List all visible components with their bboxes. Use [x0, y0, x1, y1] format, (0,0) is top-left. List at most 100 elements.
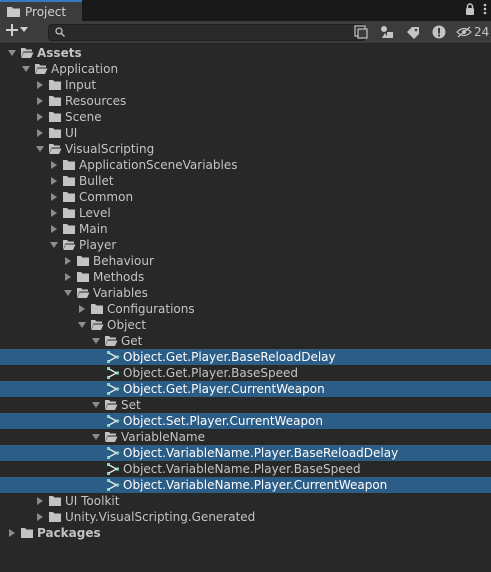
folder-row[interactable]: Bullet — [0, 173, 491, 189]
folder-open-icon — [20, 46, 34, 60]
tree-item-label: Resources — [65, 94, 127, 108]
expand-arrow-down-icon[interactable] — [76, 317, 88, 333]
tree-item-label: Object.Get.Player.BaseReloadDelay — [123, 350, 336, 364]
filter-by-type-button[interactable] — [378, 23, 396, 41]
folder-row[interactable]: ApplicationSceneVariables — [0, 157, 491, 173]
folder-row[interactable]: Unity.VisualScripting.Generated — [0, 509, 491, 525]
asset-row[interactable]: Object.VariableName.Player.BaseReloadDel… — [0, 445, 491, 461]
expand-arrow-down-icon[interactable] — [20, 61, 32, 77]
more-options-icon[interactable] — [483, 3, 487, 15]
project-tree: Assets Application Input Resources Scene UI Vi… — [0, 45, 491, 541]
lock-icon[interactable] — [465, 3, 475, 15]
folder-row[interactable]: VisualScripting — [0, 141, 491, 157]
expand-arrow-right-icon[interactable] — [34, 93, 46, 109]
hidden-packages-toggle[interactable]: 24 — [456, 25, 489, 39]
folder-open-icon — [104, 334, 118, 348]
search-input[interactable] — [48, 24, 366, 41]
tab-title: Project — [25, 4, 67, 19]
folder-row[interactable]: Common — [0, 189, 491, 205]
filter-by-label-button[interactable] — [404, 23, 422, 41]
tree-item-label: Behaviour — [93, 254, 154, 268]
folder-row[interactable]: UI Toolkit — [0, 493, 491, 509]
expand-arrow-right-icon[interactable] — [34, 509, 46, 525]
folder-row[interactable]: Behaviour — [0, 253, 491, 269]
asset-row[interactable]: Object.Set.Player.CurrentWeapon — [0, 413, 491, 429]
expand-arrow-down-icon[interactable] — [6, 45, 18, 61]
folder-icon — [48, 126, 62, 140]
expand-arrow-right-icon[interactable] — [62, 253, 74, 269]
log-filter-button[interactable] — [430, 23, 448, 41]
tree-item-label: Object.Set.Player.CurrentWeapon — [123, 414, 324, 428]
expand-arrow-right-icon[interactable] — [48, 173, 60, 189]
folder-open-icon — [76, 286, 90, 300]
tree-item-label: Input — [65, 78, 97, 92]
folder-icon — [48, 78, 62, 92]
plus-icon — [6, 24, 18, 36]
folder-icon — [20, 526, 34, 540]
folder-open-icon — [48, 142, 62, 156]
folder-row[interactable]: Level — [0, 205, 491, 221]
search-by-type-button[interactable] — [352, 23, 370, 41]
folder-row[interactable]: Input — [0, 77, 491, 93]
folder-row[interactable]: Packages — [0, 525, 491, 541]
caret-down-icon — [20, 27, 28, 32]
expand-arrow-down-icon[interactable] — [62, 285, 74, 301]
asset-row[interactable]: Object.VariableName.Player.BaseSpeed — [0, 461, 491, 477]
folder-icon — [48, 94, 62, 108]
folder-row[interactable]: Main — [0, 221, 491, 237]
folder-row[interactable]: Object — [0, 317, 491, 333]
asset-row[interactable]: Object.Get.Player.BaseSpeed — [0, 365, 491, 381]
folder-row[interactable]: Player — [0, 237, 491, 253]
tree-item-label: Methods — [93, 270, 145, 284]
tree-item-label: Packages — [37, 526, 101, 540]
expand-arrow-down-icon[interactable] — [90, 397, 102, 413]
folder-row[interactable]: Get — [0, 333, 491, 349]
expand-arrow-right-icon[interactable] — [48, 189, 60, 205]
folder-row[interactable]: Scene — [0, 109, 491, 125]
folder-icon — [90, 302, 104, 316]
folder-row[interactable]: Application — [0, 61, 491, 77]
search-icon — [55, 27, 65, 37]
expand-arrow-right-icon[interactable] — [6, 525, 18, 541]
expand-arrow-down-icon[interactable] — [90, 429, 102, 445]
project-toolbar: 24 — [0, 21, 491, 44]
folder-row[interactable]: Variables — [0, 285, 491, 301]
expand-arrow-right-icon[interactable] — [48, 205, 60, 221]
expand-arrow-down-icon[interactable] — [90, 333, 102, 349]
warning-icon — [432, 25, 446, 39]
expand-arrow-right-icon[interactable] — [48, 221, 60, 237]
expand-arrow-right-icon[interactable] — [34, 77, 46, 93]
folder-row[interactable]: Resources — [0, 93, 491, 109]
expand-arrow-down-icon[interactable] — [34, 141, 46, 157]
tree-item-label: Unity.VisualScripting.Generated — [65, 510, 256, 524]
asset-row[interactable]: Object.Get.Player.BaseReloadDelay — [0, 349, 491, 365]
create-button[interactable] — [6, 24, 28, 36]
expand-arrow-right-icon[interactable] — [76, 301, 88, 317]
folder-icon — [62, 206, 76, 220]
folder-icon — [62, 158, 76, 172]
tree-item-label: Set — [121, 398, 141, 412]
search-by-type-icon — [354, 25, 368, 39]
expand-arrow-right-icon[interactable] — [34, 493, 46, 509]
expand-arrow-right-icon[interactable] — [48, 157, 60, 173]
folder-row[interactable]: UI — [0, 125, 491, 141]
asset-row[interactable]: Object.VariableName.Player.CurrentWeapon — [0, 477, 491, 493]
tree-item-label: Object.Get.Player.BaseSpeed — [123, 366, 298, 380]
tree-item-label: Object.Get.Player.CurrentWeapon — [123, 382, 325, 396]
folder-row[interactable]: Methods — [0, 269, 491, 285]
script-graph-icon — [106, 382, 120, 396]
script-graph-icon — [106, 478, 120, 492]
expand-arrow-down-icon[interactable] — [48, 237, 60, 253]
folder-row[interactable]: Configurations — [0, 301, 491, 317]
expand-arrow-right-icon[interactable] — [62, 269, 74, 285]
folder-row[interactable]: Set — [0, 397, 491, 413]
tree-item-label: Scene — [65, 110, 102, 124]
asset-row[interactable]: Object.Get.Player.CurrentWeapon — [0, 381, 491, 397]
tab-project[interactable]: Project — [0, 0, 82, 21]
script-graph-icon — [106, 350, 120, 364]
folder-icon — [62, 222, 76, 236]
folder-row[interactable]: Assets — [0, 45, 491, 61]
expand-arrow-right-icon[interactable] — [34, 109, 46, 125]
expand-arrow-right-icon[interactable] — [34, 125, 46, 141]
folder-row[interactable]: VariableName — [0, 429, 491, 445]
